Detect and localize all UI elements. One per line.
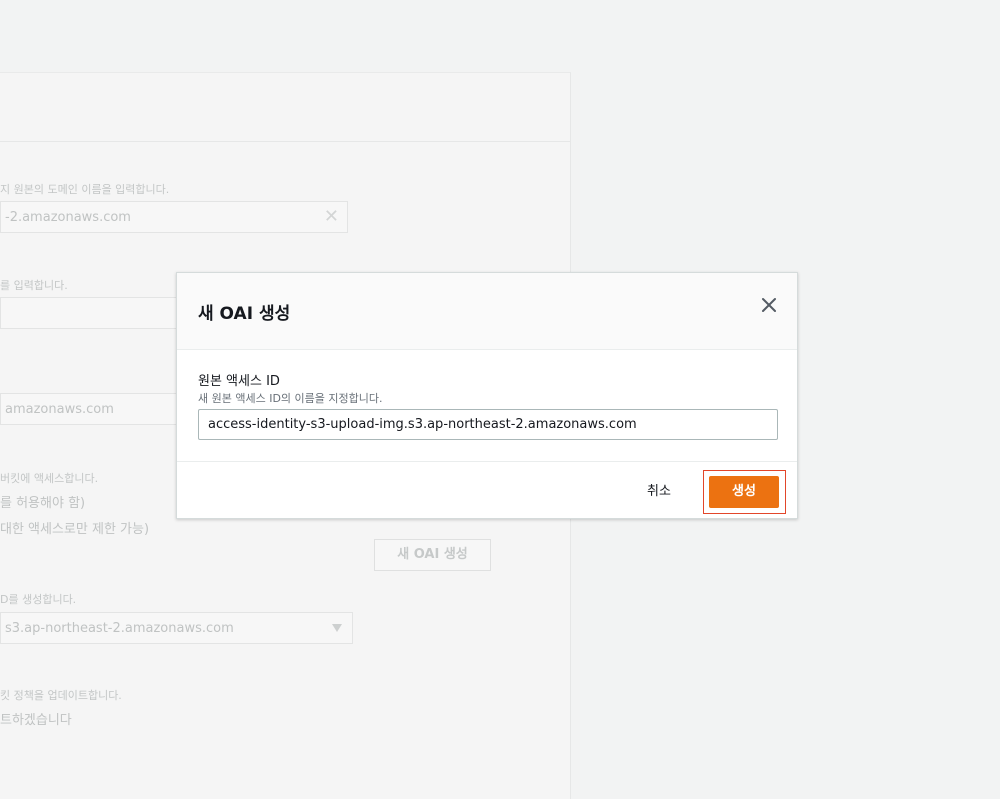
origin-domain-value: -2.amazonaws.com <box>5 210 131 225</box>
close-icon <box>762 298 776 312</box>
origin-domain-input: -2.amazonaws.com ✕ <box>0 201 348 233</box>
close-button[interactable] <box>759 295 779 315</box>
oai-select: s3.ap-northeast-2.amazonaws.com <box>0 612 353 644</box>
origin-name-value: amazonaws.com <box>5 402 114 417</box>
bucket-access-hint: 버킷에 액세스합니다. <box>0 472 99 485</box>
modal-body: 원본 액세스 ID 새 원본 액세스 ID의 이름을 지정합니다. <box>177 350 797 462</box>
bucket-access-option-public: 를 허용해야 함) <box>0 496 86 511</box>
oai-hint: D를 생성합니다. <box>0 593 77 606</box>
bucket-policy-hint: 킷 정책을 업데이트합니다. <box>0 689 122 702</box>
origin-domain-hint: 지 원본의 도메인 이름을 입력합니다. <box>0 183 170 196</box>
background-panel-header <box>0 73 570 142</box>
modal-title: 새 OAI 생성 <box>198 304 291 324</box>
oai-select-value: s3.ap-northeast-2.amazonaws.com <box>5 621 234 636</box>
caret-down-icon <box>332 624 342 632</box>
create-oai-modal: 새 OAI 생성 원본 액세스 ID 새 원본 액세스 ID의 이름을 지정합니… <box>176 272 798 519</box>
clear-icon: ✕ <box>323 206 339 227</box>
origin-path-hint: 를 입력합니다. <box>0 279 68 292</box>
page: 지 원본의 도메인 이름을 입력합니다. -2.amazonaws.com ✕ … <box>0 0 1000 799</box>
bucket-access-option-oai: 대한 액세스로만 제한 가능) <box>0 522 150 537</box>
origin-access-id-input[interactable] <box>198 409 778 440</box>
new-oai-button-background: 새 OAI 생성 <box>374 539 491 571</box>
origin-access-id-label: 원본 액세스 ID <box>198 374 280 389</box>
bucket-policy-value: 트하겠습니다 <box>0 713 72 728</box>
origin-access-id-description: 새 원본 액세스 ID의 이름을 지정합니다. <box>198 392 383 405</box>
modal-header: 새 OAI 생성 <box>177 273 797 350</box>
create-button[interactable]: 생성 <box>709 476 779 508</box>
cancel-button[interactable]: 취소 <box>647 480 671 499</box>
modal-footer: 취소 생성 <box>177 462 797 518</box>
